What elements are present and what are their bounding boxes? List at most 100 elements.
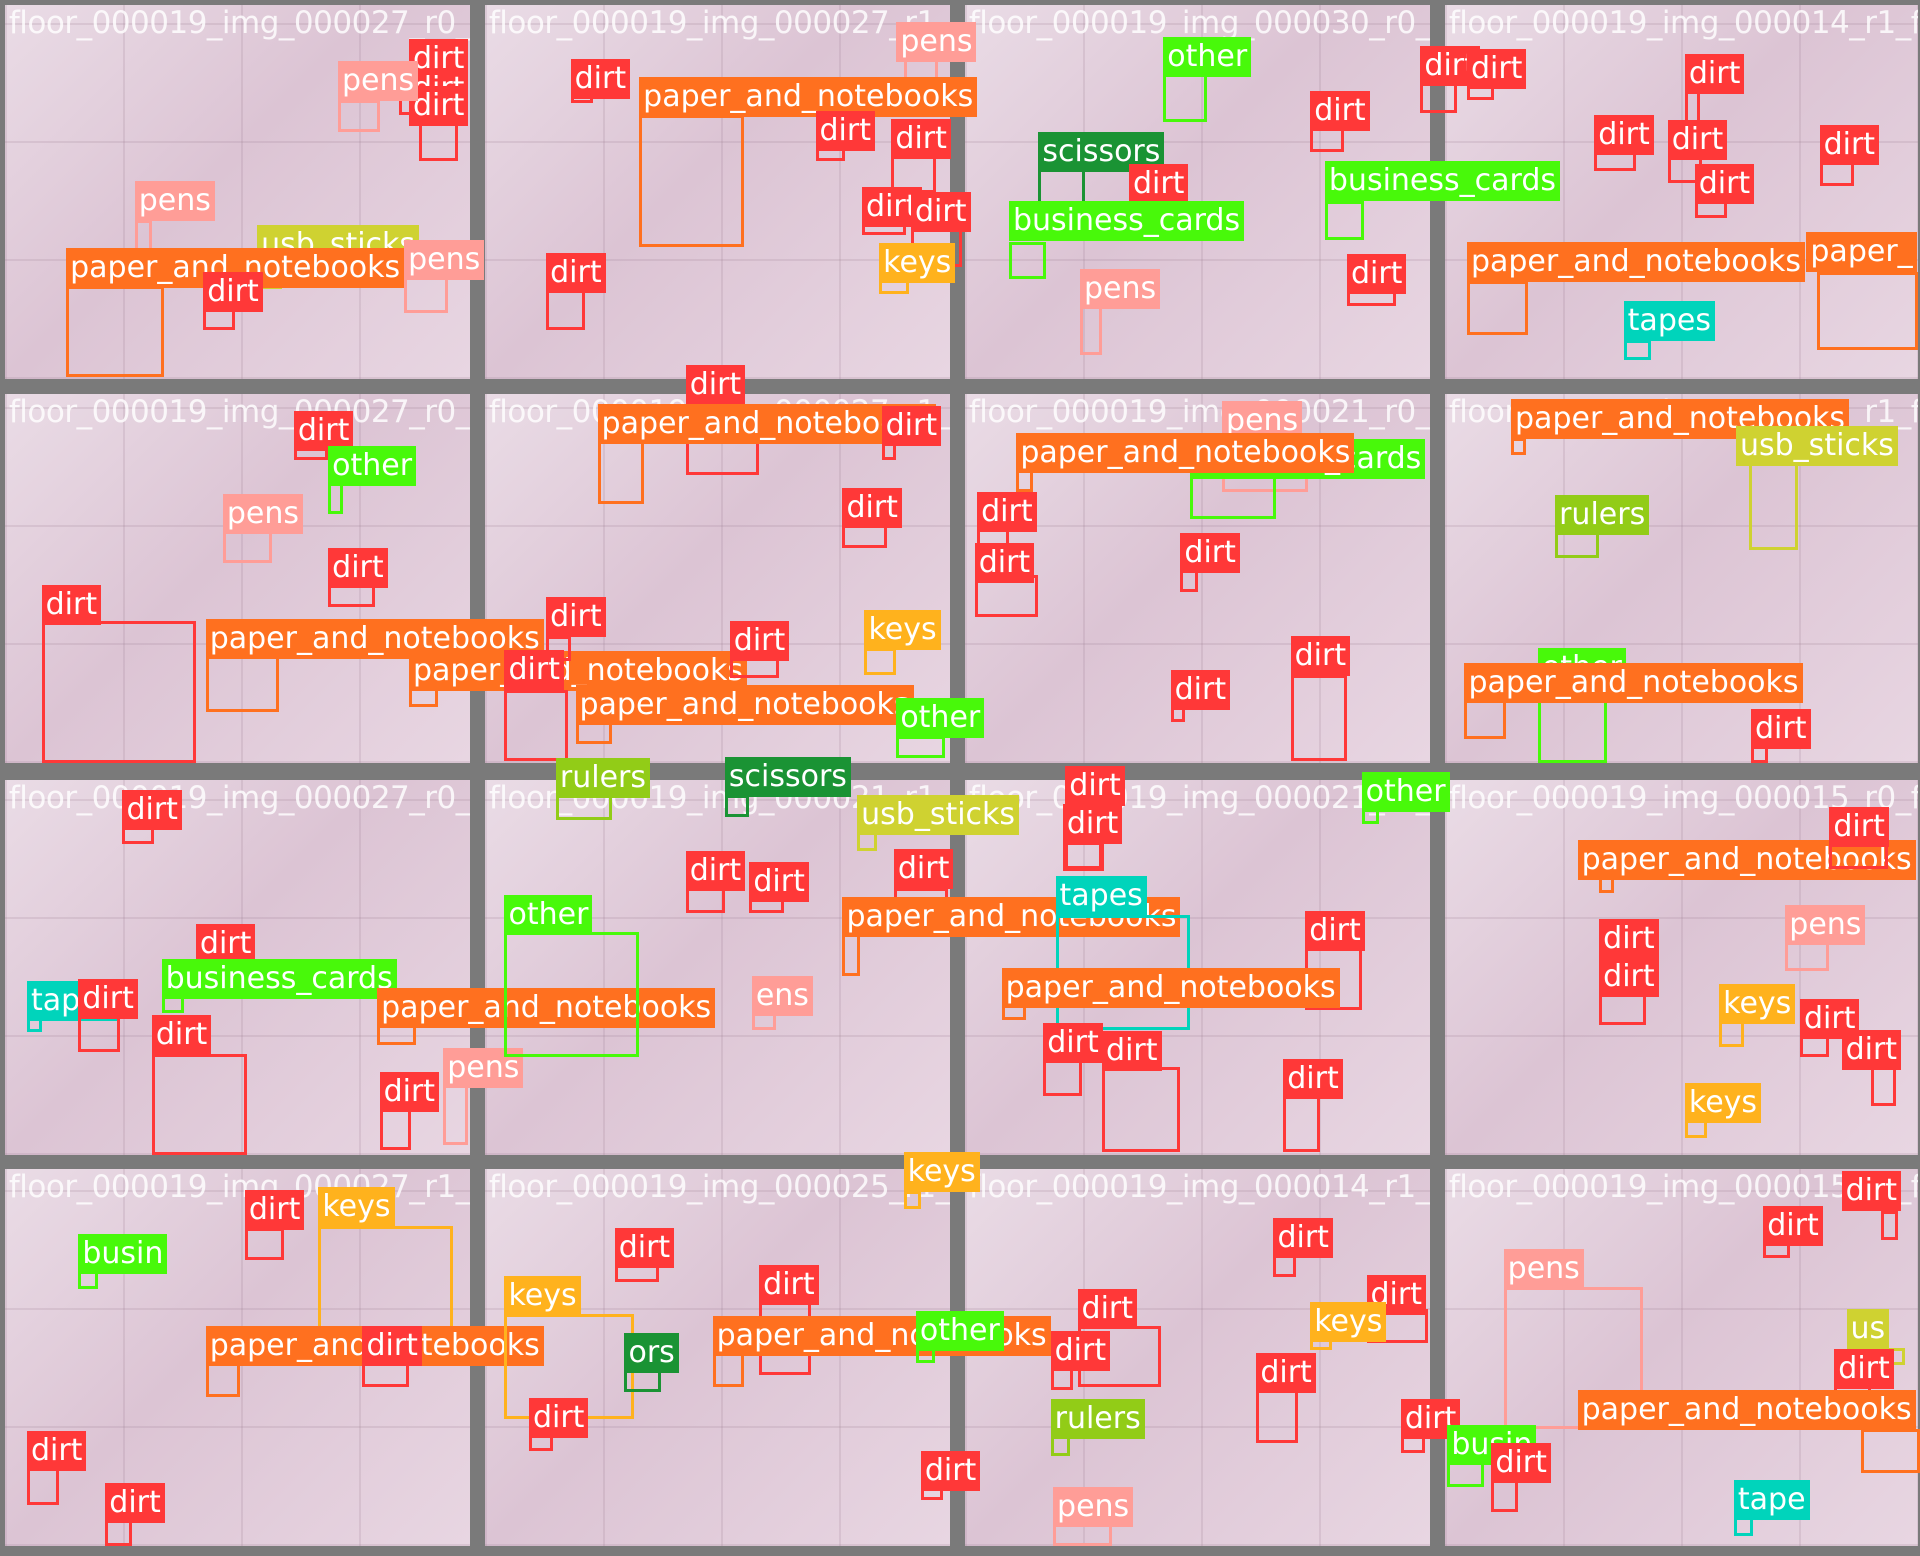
dirt-class-label: dirt	[1684, 53, 1745, 94]
dirt-class-label: dirt	[1305, 911, 1365, 952]
dirt-class-label: dirt	[1751, 709, 1811, 750]
dirt-class-label: dirt	[1466, 48, 1527, 89]
dirt-class-label: dirt	[685, 851, 746, 892]
dirt-class-label: dirt	[749, 862, 809, 903]
usb-sticks-class-label: usb_sticks	[857, 795, 1020, 836]
dirt-bounding-box	[41, 621, 196, 764]
dirt-class-label: dirt	[570, 58, 631, 99]
paper-and-notebooks-class-label: paper_and_notebooks	[639, 77, 978, 118]
dirt-class-label: dirt	[1829, 807, 1889, 848]
paper-and-notebooks-bounding-box	[1464, 699, 1507, 739]
dirt-bounding-box	[1310, 127, 1345, 152]
tile-filename-label: floor_000019_img_000027_r0_f2.png	[8, 393, 471, 430]
business-cards-class-label: business_cards	[1324, 161, 1560, 202]
keys-class-label: keys	[903, 1152, 980, 1193]
dirt-class-label: dirt	[328, 548, 388, 589]
other-bounding-box	[1163, 73, 1208, 123]
dirt-class-label: dirt	[195, 923, 256, 964]
keys-bounding-box	[318, 1225, 454, 1336]
dirt-class-label: dirt	[546, 596, 606, 637]
dirt-class-label: dirt	[1346, 254, 1407, 295]
rulers-bounding-box	[555, 795, 613, 820]
dirt-class-label: dirt	[920, 1450, 981, 1491]
dirt-class-label: dirt	[1128, 163, 1189, 204]
dirt-bounding-box	[1290, 675, 1347, 761]
dirt-class-label: dirt	[842, 488, 902, 529]
dirt-class-label: dirt	[1834, 1349, 1894, 1390]
tile-filename-label: floor_000019_img_000021_r0_f1.png	[968, 393, 1431, 430]
dirt-bounding-box	[1256, 1389, 1298, 1444]
dirt-class-label: dirt	[1841, 1029, 1902, 1070]
dirt-class-label: dirt	[881, 406, 942, 447]
other-class-label: other	[504, 895, 593, 936]
pens-class-label: pens	[896, 22, 977, 63]
dirt-class-label: dirt	[105, 1482, 165, 1523]
detection-mosaic: floor_000019_img_000027_r0_f1.png floor_0…	[0, 0, 1920, 1556]
dirt-bounding-box	[504, 689, 569, 761]
dirt-class-label: dirt	[685, 364, 746, 405]
pens-bounding-box	[443, 1081, 468, 1145]
business-cards-class-label: busin	[78, 1234, 168, 1275]
paper-and-notebooks-bounding-box	[66, 286, 165, 377]
dirt-class-label: dirt	[1290, 636, 1351, 677]
dirt-class-label: dirt	[1667, 119, 1728, 160]
paper-and-notebooks-bounding-box	[205, 655, 280, 712]
paper-and-notebooks-bounding-box	[639, 114, 745, 248]
dirt-bounding-box	[418, 119, 458, 162]
dirt-class-label: dirt	[759, 1264, 819, 1305]
dirt-class-label: dirt	[1310, 90, 1370, 131]
rulers-class-label: rulers	[1050, 1399, 1145, 1440]
dirt-bounding-box	[26, 1467, 59, 1505]
paper-and-notebooks-bounding-box	[597, 433, 645, 504]
pens-class-label: ens	[751, 976, 813, 1017]
paper-and-notebooks-class-label: paper_and_notebooks	[1016, 433, 1355, 474]
dirt-bounding-box	[1062, 841, 1105, 871]
dirt-class-label: dirt	[1062, 803, 1123, 844]
dirt-bounding-box	[1420, 83, 1458, 113]
paper-and-notebooks-class-label: paper_and_notebooks	[575, 685, 914, 726]
dirt-class-label: dirt	[1594, 114, 1654, 155]
tile-filename-label: floor_000019_img_000027_r1_f2.png	[488, 4, 950, 41]
dirt-class-label: dirt	[26, 1431, 87, 1472]
tile-filename-label: floor_000019_img_000014_r1_f1.png	[968, 1169, 1431, 1206]
pens-bounding-box	[1080, 305, 1103, 355]
dirt-class-label: dirt	[362, 1326, 422, 1367]
other-class-label: other	[328, 446, 417, 487]
pens-class-label: pens	[1503, 1248, 1584, 1289]
business-cards-bounding-box	[1190, 474, 1276, 519]
dirt-class-label: dirt	[893, 848, 954, 889]
scissors-class-label: ors	[624, 1333, 679, 1374]
dirt-class-label: dirt	[1043, 1022, 1103, 1063]
keys-class-label: keys	[864, 610, 941, 651]
paper-and-notebooks-bounding-box	[1016, 469, 1034, 492]
dirt-bounding-box	[1880, 1211, 1898, 1241]
dirt-bounding-box	[328, 584, 375, 607]
dirt-class-label: dirt	[1819, 124, 1880, 165]
tile-filename-label: floor_000019_img_000027_r1_f1.png	[8, 1169, 471, 1206]
dirt-class-label: dirt	[78, 978, 138, 1019]
scissors-class-label: scissors	[724, 757, 851, 798]
dirt-class-label: dirt	[1180, 533, 1240, 574]
dirt-class-label: dirt	[504, 649, 564, 690]
tile-filename-label: floor_000019_img_000027_r0_f1.png	[8, 4, 471, 41]
other-class-label: other	[896, 698, 985, 739]
dirt-class-label: dirt	[293, 411, 354, 452]
dirt-class-label: dirt	[1599, 918, 1659, 959]
paper-and-notebooks-bounding-box	[1817, 271, 1918, 350]
dirt-class-label: dirt	[614, 1228, 675, 1269]
keys-class-label: keys	[318, 1186, 395, 1227]
pens-bounding-box	[1053, 1524, 1112, 1547]
dirt-class-label: dirt	[244, 1190, 305, 1231]
business-cards-class-label: business_cards	[161, 959, 397, 1000]
other-bounding-box	[504, 932, 640, 1057]
tapes-class-label: tapes	[1055, 875, 1147, 916]
keys-class-label: keys	[1684, 1082, 1762, 1123]
dirt-class-label: dirt	[729, 621, 790, 662]
keys-class-label: keys	[879, 243, 956, 284]
paper-and-notebooks-class-label: paper_and_notebooks	[1001, 967, 1340, 1008]
tile-filename-label: floor_000019_img_000025_r1_f2.png	[488, 1169, 950, 1206]
dirt-class-label: dirt	[1170, 670, 1231, 711]
other-class-label: other	[1163, 36, 1252, 77]
tapes-class-label: tape	[1733, 1480, 1810, 1521]
paper-and-notebooks-bounding-box	[1466, 281, 1529, 336]
